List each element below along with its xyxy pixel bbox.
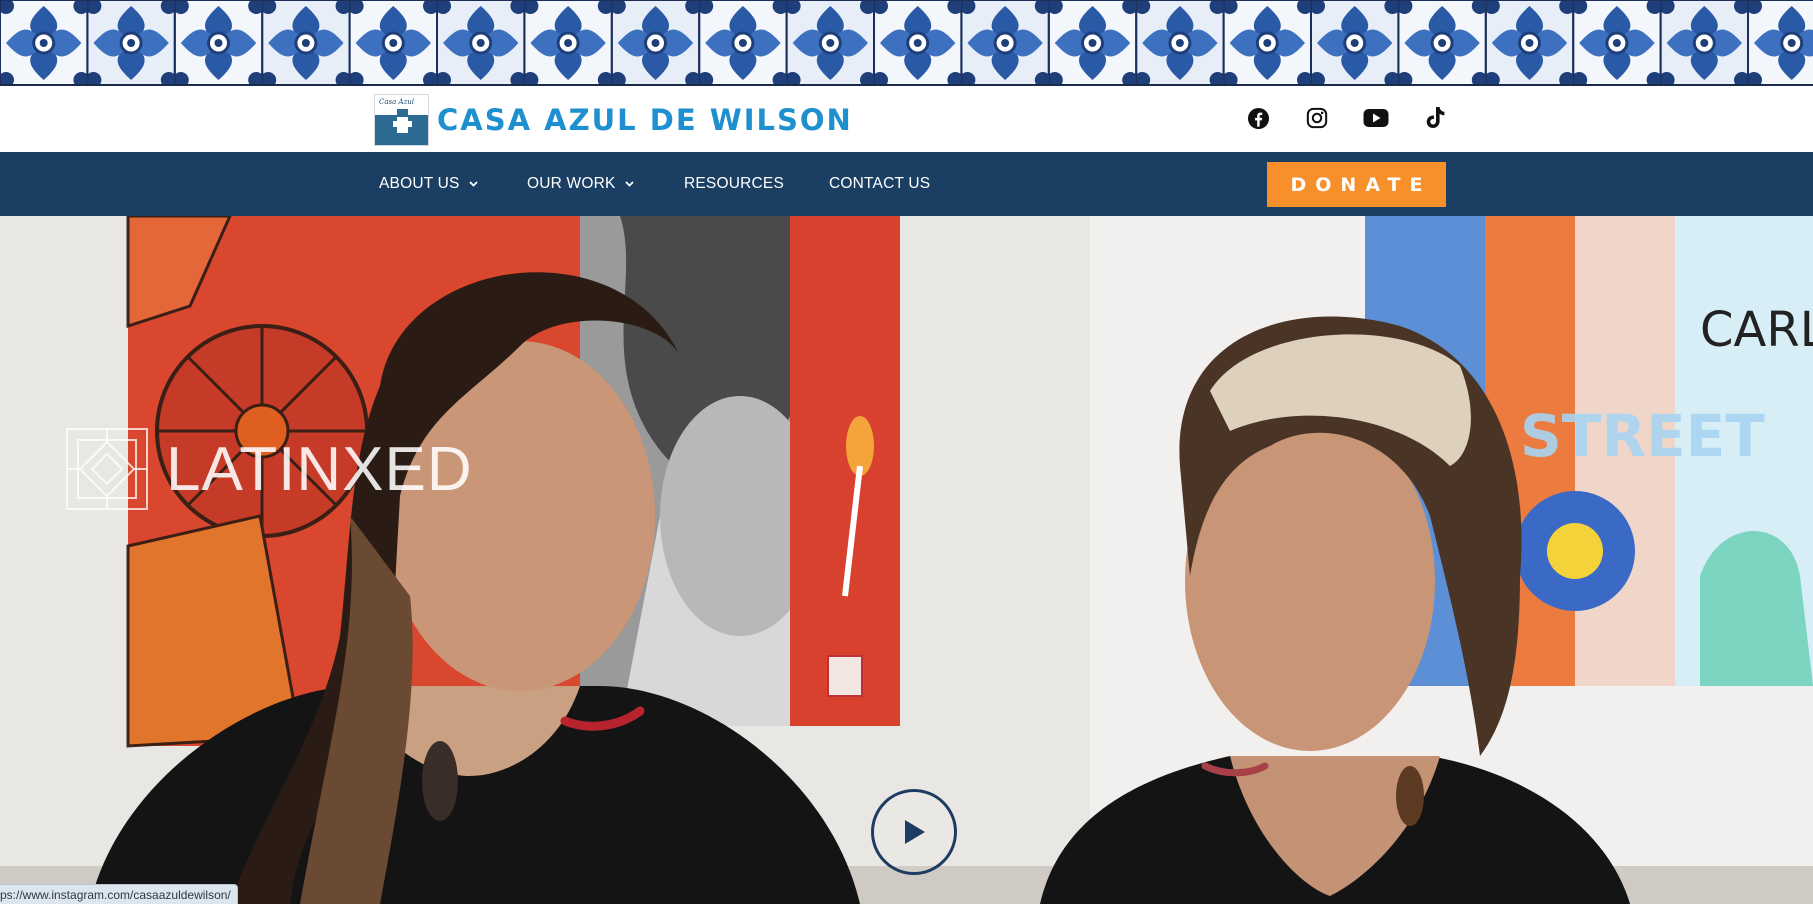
nav-item-contact-us[interactable]: CONTACT US (829, 152, 930, 216)
tile (1396, 0, 1488, 84)
site-header: Casa Azul CASA AZUL DE WILSON (0, 86, 1813, 152)
tile (347, 0, 439, 84)
tile (697, 0, 789, 84)
tile (522, 0, 614, 84)
instagram-link[interactable] (1303, 104, 1331, 132)
tile (0, 0, 90, 84)
donate-button[interactable]: DONATE (1267, 162, 1446, 207)
tile (959, 0, 1051, 84)
latinxed-brand-text: LATINXED (166, 434, 473, 504)
tile (172, 0, 265, 84)
nav-item-resources[interactable]: RESOURCES (684, 152, 784, 216)
status-bar-url: ps://www.instagram.com/casaazuldewilson/ (0, 884, 238, 904)
tile (435, 0, 527, 84)
nav-item-label: OUR WORK (527, 175, 616, 192)
nav-item-about-us[interactable]: ABOUT US (379, 152, 478, 216)
nav-item-label: CONTACT US (829, 175, 931, 192)
tile (1221, 0, 1313, 84)
tile (1134, 0, 1226, 84)
play-button[interactable] (871, 789, 957, 875)
tile (85, 0, 177, 84)
tile (1571, 0, 1663, 84)
chevron-down-icon (624, 181, 634, 187)
facebook-link[interactable] (1244, 104, 1272, 132)
youtube-link[interactable] (1362, 104, 1390, 132)
tile (1658, 0, 1750, 84)
nav-item-our-work[interactable]: OUR WORK (527, 152, 634, 216)
instagram-icon (1306, 107, 1328, 129)
logo-mini-text: Casa Azul (379, 98, 415, 106)
tile (1046, 0, 1139, 84)
facebook-icon (1247, 107, 1269, 129)
latinxed-brand-overlay: LATINXED (66, 428, 473, 510)
svg-text:STREET: STREET (1520, 402, 1765, 470)
tile (1746, 0, 1813, 84)
latinxed-logo-icon (66, 428, 148, 510)
tile (260, 0, 352, 84)
svg-text:CARL: CARL (1700, 302, 1813, 358)
tiktok-link[interactable] (1421, 104, 1449, 132)
tile (1309, 0, 1401, 84)
tile (1483, 0, 1576, 84)
youtube-icon (1363, 109, 1389, 127)
main-navigation: ABOUT US OUR WORK RESOURCES CONTACT US D… (0, 152, 1813, 216)
nav-item-label: RESOURCES (684, 175, 784, 192)
tile (872, 0, 964, 84)
play-icon (905, 820, 925, 844)
site-title: CASA AZUL DE WILSON (437, 103, 853, 137)
hero-video[interactable]: STREET CARL LATIN (0, 216, 1813, 904)
talavera-tile-banner (0, 0, 1813, 86)
nav-item-label: ABOUT US (379, 175, 460, 192)
tile (784, 0, 876, 84)
site-logo: Casa Azul (374, 94, 429, 146)
tile (609, 0, 702, 84)
tiktok-icon (1426, 107, 1445, 128)
home-logo-link[interactable]: Casa Azul CASA AZUL DE WILSON (374, 94, 853, 146)
tile-pattern (0, 0, 1813, 84)
chevron-down-icon (468, 181, 478, 187)
